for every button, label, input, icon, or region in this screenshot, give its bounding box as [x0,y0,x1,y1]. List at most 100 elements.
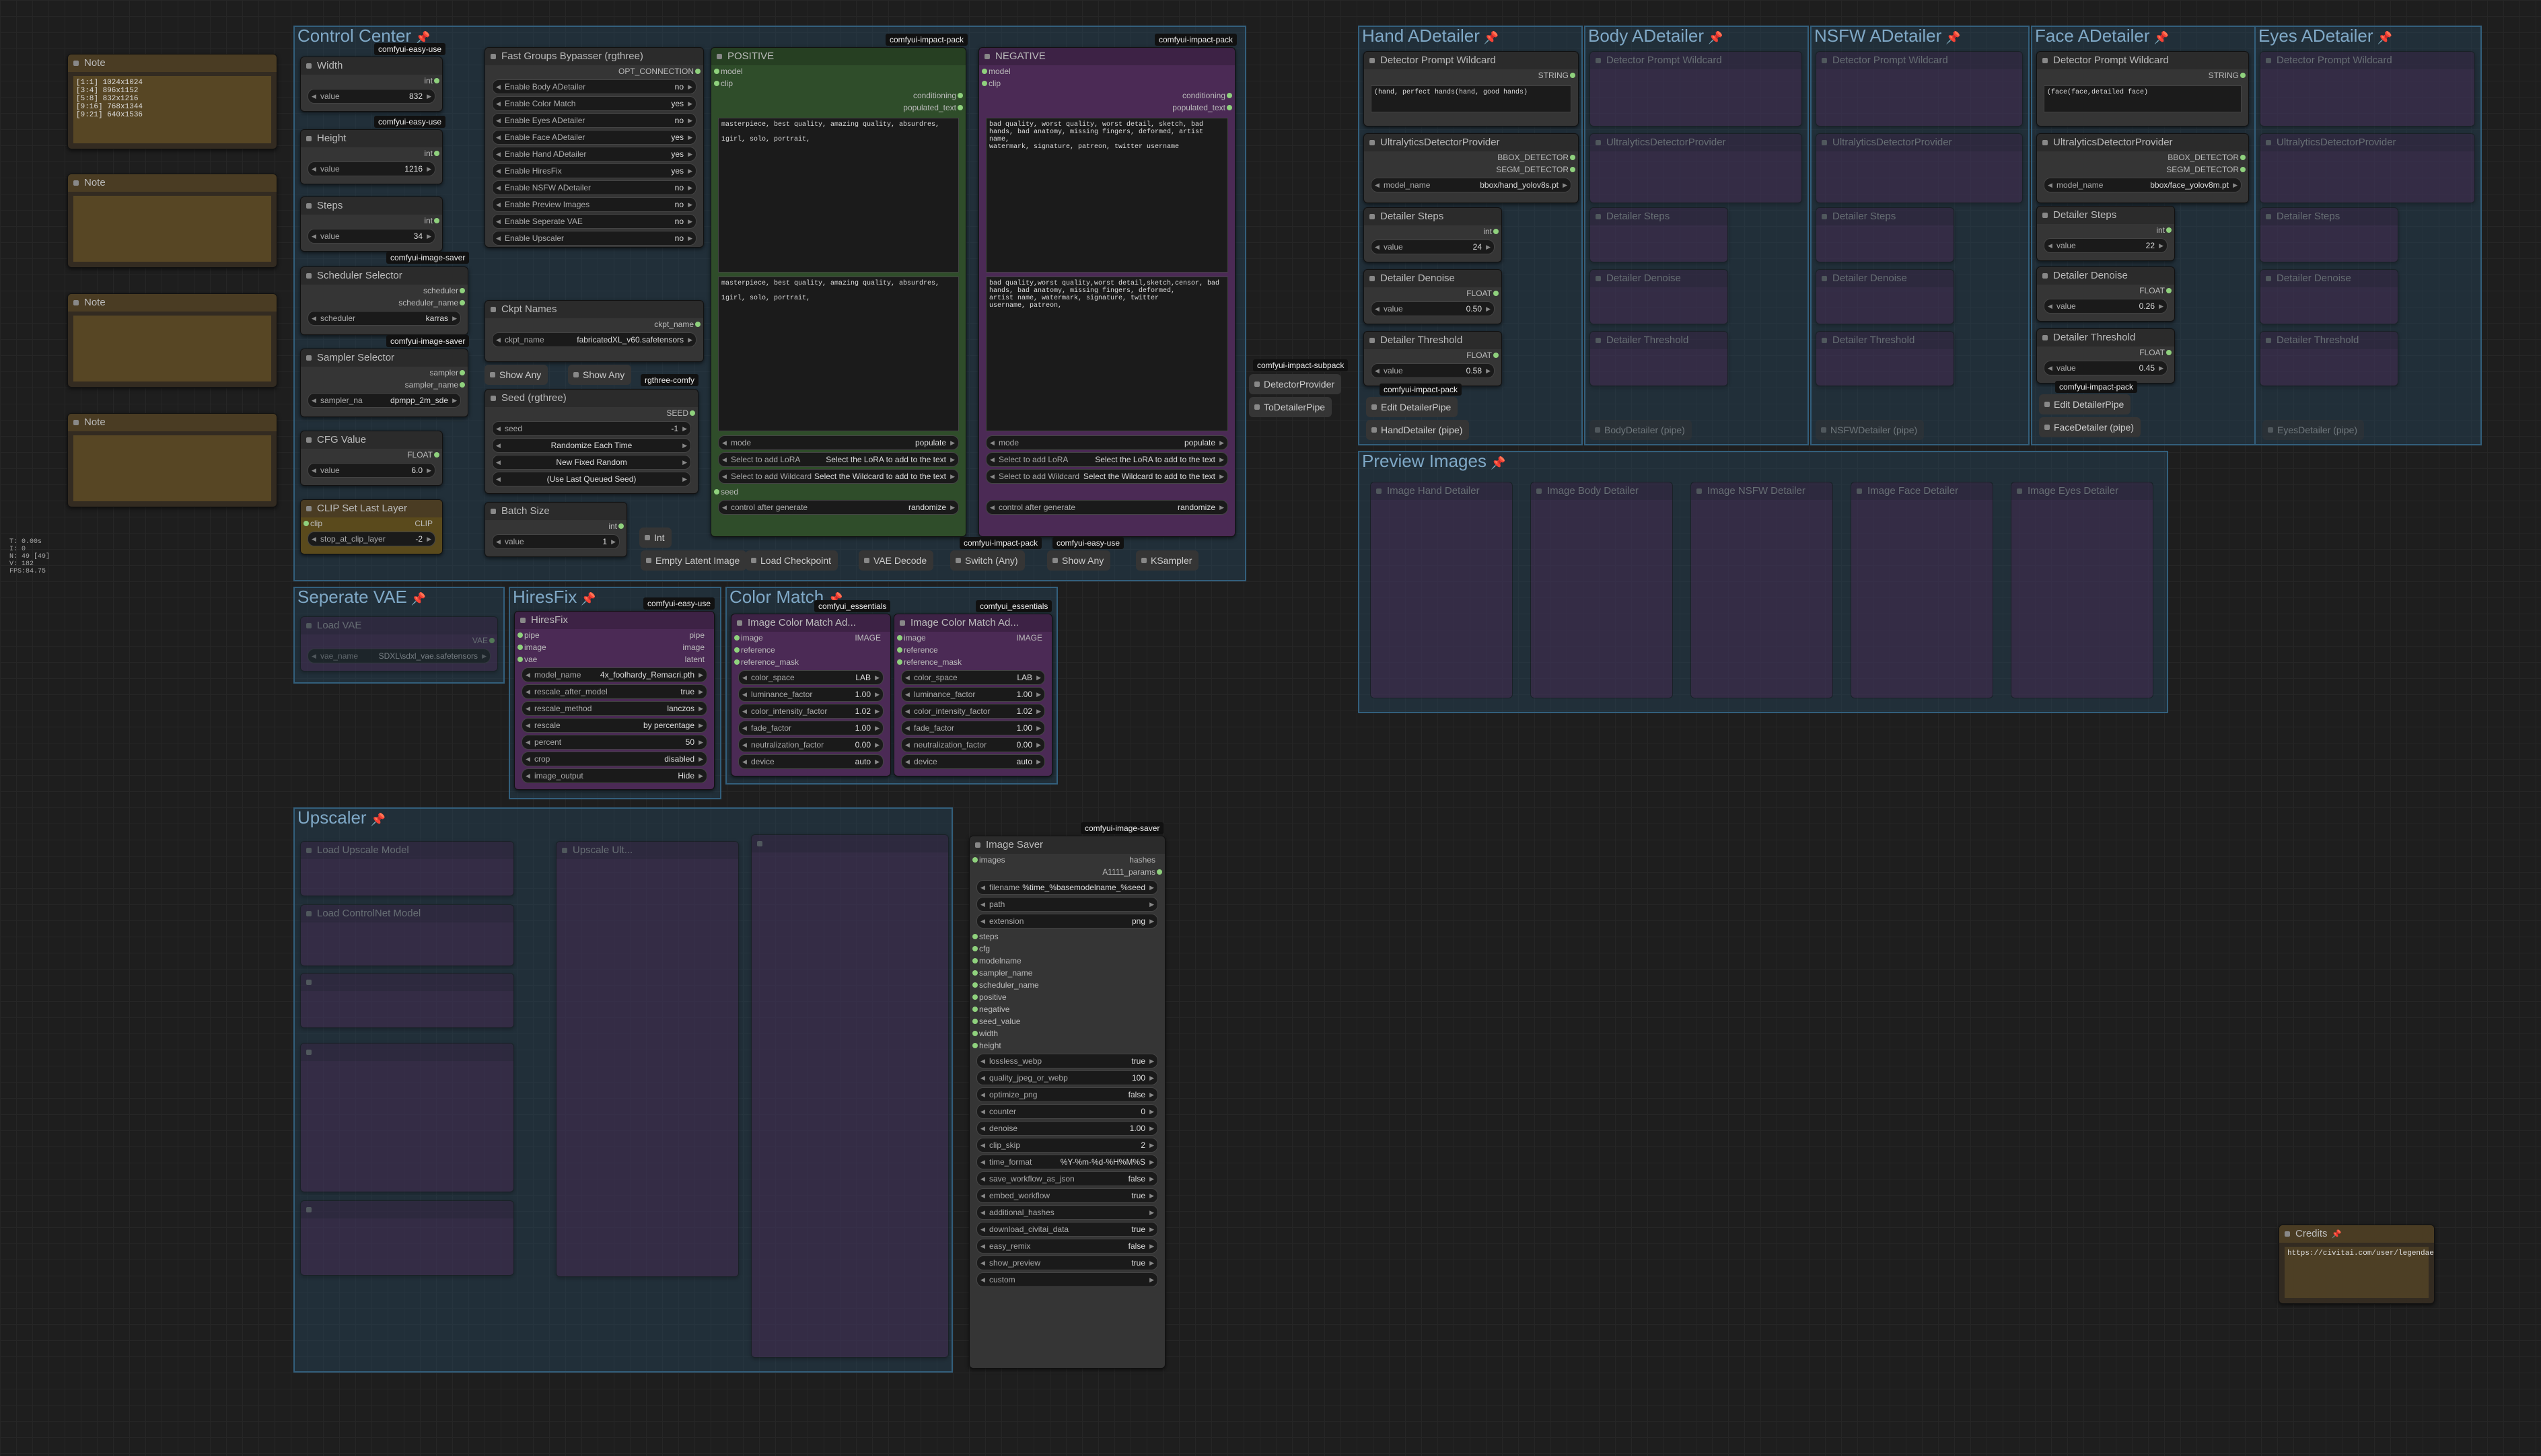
positive-wildcard-text[interactable]: masterpiece, best quality, amazing quali… [718,118,959,272]
node-nsfw-denoise[interactable]: Detailer Denoise [1816,269,1954,324]
saver-input[interactable]: steps [970,931,1165,943]
node-load-vae[interactable]: Load VAE VAE vae_name SDXL\sdxl_vae.safet… [300,616,498,671]
steps-widget[interactable]: value 24 [1371,240,1495,254]
node-cfg[interactable]: CFG Value FLOAT value 6.0 [300,431,443,486]
node-int[interactable]: Int [639,527,672,548]
ckpt-widget[interactable]: ckpt_name fabricatedXL_v60.safetensors [492,332,696,347]
saver-widget[interactable]: additional_hashes [976,1205,1158,1220]
saver-widget[interactable]: custom [976,1272,1158,1287]
saver-widget[interactable]: lossless_webp true [976,1054,1158,1068]
model-name-widget[interactable]: model_name bbox/face_yolov8m.pt [2044,178,2242,192]
clip-input[interactable]: clip [979,77,1235,89]
control-after-generate-widget[interactable]: control after generate randomize [718,500,959,515]
collapsed-node[interactable]: Switch (Any) [950,550,1025,571]
color-match-widget[interactable]: fade_factor 1.00 [901,721,1045,735]
hires-widget[interactable]: rescale by percentage [522,718,707,733]
saver-widget[interactable]: easy_remix false [976,1239,1158,1253]
node-seed[interactable]: Seed (rgthree) SEED seed -1 Randomize Eac… [485,389,699,494]
bypass-toggle[interactable]: Enable Hand ADetailer yes [492,147,696,161]
node-steps[interactable]: Steps int value 34 [300,196,443,252]
output-slot[interactable]: int [2037,224,2174,236]
saver-widget[interactable]: extension png [976,914,1158,929]
randomize-button[interactable]: Randomize Each Time [492,438,691,453]
saver-widget[interactable]: download_civitai_data true [976,1222,1158,1237]
color-match-widget[interactable]: neutralization_factor 0.00 [738,737,884,752]
image-input[interactable]: image IMAGE [731,632,890,644]
output-slot[interactable]: VAE [301,634,497,647]
output-slot[interactable]: SEED [485,407,698,419]
sampler-widget[interactable]: sampler_na dpmpp_2m_sde [308,393,461,408]
output-slot[interactable]: int [485,520,627,532]
output-slot[interactable]: sampler [301,367,468,379]
node-image-color-match-2[interactable]: Image Color Match Ad... image IMAGE refer… [894,614,1052,776]
output-slot[interactable]: conditioning [711,89,966,102]
collapsed-node[interactable]: VAE Decode [859,550,934,571]
color-match-widget[interactable]: luminance_factor 1.00 [901,687,1045,702]
hand-wildcard-text[interactable]: (hand, perfect hands(hand, good hands) [1371,85,1571,112]
node-face-detailer-pipe[interactable]: FaceDetailer (pipe) [2039,417,2141,437]
node-edit-detailer-pipe[interactable]: Edit DetailerPipe [2039,394,2131,414]
node-negative-prompt[interactable]: NEGATIVE model clip conditioning populat… [978,47,1236,537]
seed-input[interactable]: seed [711,486,966,498]
preview-image-node[interactable]: Image NSFW Detailer [1690,482,1833,698]
node-body-steps[interactable]: Detailer Steps [1589,207,1728,262]
output-slot[interactable]: populated_text [979,102,1235,114]
color-match-widget[interactable]: color_space LAB [738,670,884,685]
node-detector-provider[interactable]: DetectorProvider [1249,374,1342,394]
node-image-color-match-1[interactable]: Image Color Match Ad... image IMAGE refer… [731,614,891,776]
node-scheduler-selector[interactable]: Scheduler Selector scheduler scheduler_n… [300,266,468,335]
node-height[interactable]: Height int value 1216 [300,129,443,184]
node-nsfw-wildcard[interactable]: Detector Prompt Wildcard [1816,51,2023,126]
scheduler-widget[interactable]: scheduler karras [308,311,461,326]
note-resolutions[interactable]: Note [1:1] 1024x1024 [3:4] 896x1152 [5:8… [67,54,277,149]
bbox-output[interactable]: BBOX_DETECTOR [2037,151,2248,163]
node-eyes-denoise[interactable]: Detailer Denoise [2260,269,2398,324]
node-canny[interactable] [300,1200,514,1276]
color-match-widget[interactable]: device auto [738,754,884,769]
output-slot[interactable]: FLOAT [2037,285,2174,297]
node-body-ultralytics[interactable]: UltralyticsDetectorProvider [1589,133,1802,203]
saver-input[interactable]: cfg [970,943,1165,955]
cfg-widget[interactable]: value 6.0 [308,463,435,478]
node-face-steps[interactable]: Detailer Stepsint value 22 [2036,206,2175,261]
model-name-widget[interactable]: model_name bbox/hand_yolov8s.pt [1371,178,1571,192]
preview-image-node[interactable]: Image Face Detailer [1851,482,1993,698]
node-nsfw-ultralytics[interactable]: UltralyticsDetectorProvider [1816,133,2023,203]
note-body[interactable] [73,435,271,501]
saver-input[interactable]: positive [970,991,1165,1003]
saver-widget[interactable]: path [976,897,1158,912]
new-fixed-random-button[interactable]: New Fixed Random [492,455,691,470]
node-hand-detailer-pipe[interactable]: HandDetailer (pipe) [1366,420,1470,440]
preview-image-node[interactable]: Image Hand Detailer [1370,482,1513,698]
node-load-controlnet[interactable]: Load ControlNet Model [300,904,514,966]
node-image-saver[interactable]: Image Saver images hashes A1111_params fi… [969,836,1166,1369]
reference-input[interactable]: reference [731,644,890,656]
node-load-upscale-model[interactable]: Load Upscale Model [300,841,514,896]
hires-widget[interactable]: rescale_method lanczos [522,701,707,716]
node-hand-ultralytics[interactable]: UltralyticsDetectorProvider BBOX_DETECTO… [1363,133,1579,203]
saver-input[interactable]: sampler_name [970,967,1165,979]
saver-input[interactable]: width [970,1027,1165,1040]
saver-input[interactable]: modelname [970,955,1165,967]
saver-input[interactable]: negative [970,1003,1165,1015]
node-body-denoise[interactable]: Detailer Denoise [1589,269,1728,324]
color-match-widget[interactable]: color_intensity_factor 1.02 [901,704,1045,719]
bypass-toggle[interactable]: Enable Seperate VAE no [492,214,696,229]
node-eyes-steps[interactable]: Detailer Steps [2260,207,2398,262]
collapsed-node[interactable]: Load Checkpoint [746,550,838,571]
vae-io[interactable]: vae latent [515,653,714,665]
saver-widget[interactable]: save_workflow_as_json false [976,1171,1158,1186]
bypass-toggle[interactable]: Enable Body ADetailer no [492,79,696,94]
clip-layer-widget[interactable]: stop_at_clip_layer -2 [308,532,435,546]
segm-output[interactable]: SEGM_DETECTOR [1364,163,1578,176]
hires-widget[interactable]: crop disabled [522,752,707,766]
output-slot[interactable]: FLOAT [2037,347,2174,359]
face-wildcard-text[interactable]: (face(face,detailed face) [2044,85,2242,112]
saver-widget[interactable]: embed_workflow true [976,1188,1158,1203]
output-slot[interactable]: A1111_params [970,866,1165,878]
bypass-toggle[interactable]: Enable Upscaler no [492,231,696,246]
node-ultimate-sd-upscale[interactable]: Upscale Ult... [556,841,739,1277]
preview-image-node[interactable]: Image Eyes Detailer [2011,482,2153,698]
threshold-widget[interactable]: value 0.58 [1371,363,1495,378]
saver-input[interactable]: seed_value [970,1015,1165,1027]
